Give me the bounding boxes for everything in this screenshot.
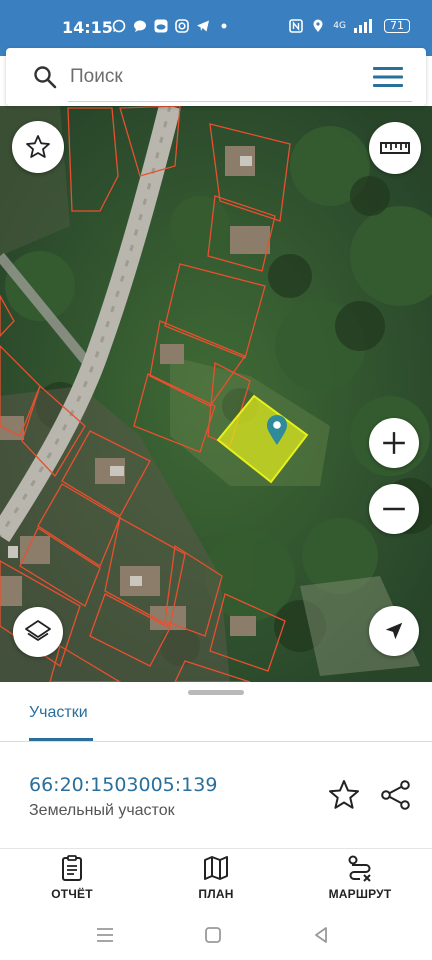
tab-parcels[interactable]: Участки — [29, 704, 88, 722]
nfc-icon — [289, 19, 304, 33]
route-icon — [348, 855, 371, 882]
whatsapp-icon — [112, 19, 126, 33]
search-bar — [6, 48, 426, 106]
minus-icon — [383, 507, 405, 511]
status-time: 14:15 — [62, 18, 113, 37]
ruler-button[interactable] — [369, 122, 421, 174]
satellite-map[interactable] — [0, 106, 432, 682]
star-icon — [26, 135, 50, 158]
nav-plan[interactable]: ПЛАН — [166, 854, 266, 904]
report-icon — [62, 855, 82, 881]
dot-icon — [221, 23, 227, 29]
add-favorite-star-icon[interactable] — [326, 777, 362, 813]
cadastral-number[interactable]: 66:20:1503005:139 — [29, 774, 217, 796]
nav-divider — [0, 848, 432, 849]
signal-icon — [354, 19, 372, 33]
search-underline — [68, 101, 412, 102]
system-navigation-bar — [0, 910, 432, 960]
instagram-icon — [175, 19, 189, 33]
nav-report[interactable]: ОТЧЁТ — [22, 854, 122, 904]
favorites-map-button[interactable] — [12, 121, 64, 173]
map-plan-icon — [204, 856, 228, 880]
layers-button[interactable] — [13, 607, 63, 657]
search-input[interactable] — [70, 62, 370, 92]
search-icon[interactable] — [32, 64, 58, 90]
location-icon — [313, 19, 323, 32]
my-location-button[interactable] — [369, 606, 419, 656]
status-app-icons — [112, 19, 231, 33]
back-icon[interactable] — [310, 924, 332, 946]
zoom-out-button[interactable] — [369, 484, 419, 534]
nav-report-label: ОТЧЁТ — [51, 887, 93, 901]
battery-indicator: 71 — [384, 19, 410, 33]
parcel-marker-icon[interactable] — [265, 414, 289, 446]
status-right: 4G 71 — [289, 19, 410, 33]
map-imagery — [0, 106, 432, 682]
tab-divider — [0, 741, 432, 742]
sheet-drag-handle[interactable] — [188, 690, 244, 695]
menu-icon[interactable] — [372, 66, 404, 88]
nav-route-label: МАРШРУТ — [328, 887, 392, 901]
network-type: 4G — [333, 21, 346, 31]
cloud-icon — [154, 19, 168, 33]
home-icon[interactable] — [202, 924, 224, 946]
plus-icon — [383, 432, 405, 454]
parcel-type: Земельный участок — [29, 802, 175, 819]
ruler-icon — [380, 142, 410, 154]
share-icon[interactable] — [378, 777, 414, 813]
recent-apps-icon[interactable] — [94, 924, 116, 946]
layers-icon — [25, 620, 51, 641]
nav-plan-label: ПЛАН — [198, 887, 234, 901]
zoom-in-button[interactable] — [369, 418, 419, 468]
message-icon — [134, 20, 146, 32]
nav-route[interactable]: МАРШРУТ — [310, 854, 410, 904]
navigation-arrow-icon — [385, 622, 403, 640]
telegram-icon — [197, 20, 209, 32]
